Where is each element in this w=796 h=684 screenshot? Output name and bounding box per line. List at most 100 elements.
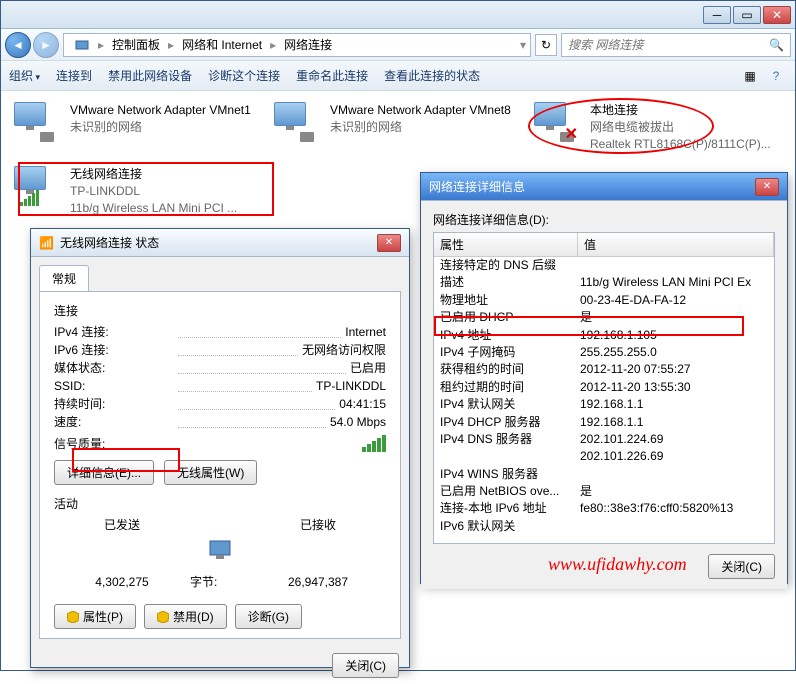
search-input[interactable] [568, 38, 769, 52]
detail-row[interactable]: 物理地址00-23-4E-DA-FA-12 [434, 292, 774, 309]
search-icon[interactable]: 🔍 [769, 38, 784, 52]
close-button[interactable]: ✕ [755, 178, 779, 196]
col-value[interactable]: 值 [578, 233, 774, 256]
dialog-titlebar[interactable]: 📶 无线网络连接 状态 ✕ [31, 229, 409, 257]
detail-row[interactable]: IPv4 DNS 服务器202.101.224.69 [434, 431, 774, 448]
detail-row[interactable]: IPv4 默认网关192.168.1.1 [434, 396, 774, 413]
detail-key: IPv4 地址 [440, 327, 580, 344]
search-box[interactable]: 🔍 [561, 33, 791, 57]
dialog-title: 无线网络连接 状态 [60, 234, 377, 251]
forward-button[interactable]: ► [33, 32, 59, 58]
chevron-down-icon[interactable]: ▾ [520, 38, 526, 52]
recv-label: 已接收 [250, 516, 386, 533]
breadcrumb[interactable]: ▸ 控制面板 ▸ 网络和 Internet ▸ 网络连接 ▾ [63, 33, 531, 57]
refresh-button[interactable]: ↻ [535, 34, 557, 56]
detail-row[interactable]: IPv6 默认网关 [434, 518, 774, 535]
ipv6-label: IPv6 连接: [54, 341, 174, 359]
ssid-value: TP-LINKDDL [316, 377, 386, 395]
detail-key: 已启用 NetBIOS ove... [440, 483, 580, 500]
maximize-button[interactable]: ▭ [733, 6, 761, 24]
dialog-title: 网络连接详细信息 [429, 178, 755, 195]
adapter-wireless[interactable]: 无线网络连接 TP-LINKDDL 11b/g Wireless LAN Min… [9, 161, 259, 221]
back-button[interactable]: ◄ [5, 32, 31, 58]
detail-row[interactable]: 描述11b/g Wireless LAN Mini PCI Ex [434, 274, 774, 291]
detail-key: IPv4 DNS 服务器 [440, 431, 580, 448]
detail-row[interactable]: 连接特定的 DNS 后缀 [434, 257, 774, 274]
ssid-label: SSID: [54, 377, 174, 395]
crumb-connections[interactable]: 网络连接 [278, 36, 338, 53]
adapter-device: 11b/g Wireless LAN Mini PCI ... [70, 200, 237, 217]
status-dialog: 📶 无线网络连接 状态 ✕ 常规 连接 IPv4 连接:Internet IPv… [30, 228, 410, 668]
col-property[interactable]: 属性 [434, 233, 578, 256]
crumb-control-panel[interactable]: 控制面板 [106, 36, 166, 53]
bytes-sent: 4,302,275 [54, 575, 190, 589]
adapter-status: 未识别的网络 [330, 119, 511, 136]
chevron-right-icon: ▸ [98, 38, 104, 52]
help-icon[interactable]: ? [765, 65, 787, 87]
diagnose-button[interactable]: 诊断这个连接 [208, 67, 280, 84]
shield-icon [67, 611, 79, 623]
ipv4-label: IPv4 连接: [54, 323, 174, 341]
minimize-button[interactable]: ─ [703, 6, 731, 24]
adapter-local[interactable]: ✕ 本地连接 网络电缆被拔出 Realtek RTL8168C(P)/8111C… [529, 97, 779, 157]
view-menu-icon[interactable]: ▦ [739, 65, 761, 87]
shield-icon [157, 611, 169, 623]
adapter-status: 网络电缆被拔出 [590, 119, 771, 136]
detail-value: 202.101.224.69 [580, 431, 768, 448]
wireless-adapter-icon [14, 166, 62, 206]
diagnose-button[interactable]: 诊断(G) [235, 604, 302, 629]
media-value: 已启用 [350, 359, 386, 377]
detail-value: 11b/g Wireless LAN Mini PCI Ex [580, 274, 768, 291]
view-status-button[interactable]: 查看此连接的状态 [384, 67, 480, 84]
detail-row[interactable]: IPv4 子网掩码255.255.255.0 [434, 344, 774, 361]
crumb-network[interactable]: 网络和 Internet [176, 36, 268, 53]
detail-value: 是 [580, 309, 768, 326]
adapter-status: TP-LINKDDL [70, 183, 237, 200]
crumb-root[interactable] [68, 37, 96, 53]
detail-row[interactable]: 202.101.226.69 [434, 448, 774, 465]
disable-device-button[interactable]: 禁用此网络设备 [108, 67, 192, 84]
detail-key: 描述 [440, 274, 580, 291]
detail-key [440, 448, 580, 465]
detail-value [580, 518, 768, 535]
network-adapter-icon [14, 102, 62, 142]
adapter-vmnet1[interactable]: VMware Network Adapter VMnet1 未识别的网络 [9, 97, 259, 157]
organize-menu[interactable]: 组织 [9, 67, 40, 84]
close-dialog-button[interactable]: 关闭(C) [332, 653, 399, 678]
properties-button[interactable]: 属性(P) [54, 604, 136, 629]
details-list: 属性 值 连接特定的 DNS 后缀描述11b/g Wireless LAN Mi… [433, 232, 775, 544]
adapter-status: 未识别的网络 [70, 119, 251, 136]
detail-row[interactable]: 已启用 DHCP是 [434, 309, 774, 326]
detail-row[interactable]: IPv4 WINS 服务器 [434, 466, 774, 483]
media-label: 媒体状态: [54, 359, 174, 377]
tab-general[interactable]: 常规 [39, 265, 89, 291]
detail-value: 是 [580, 483, 768, 500]
wireless-properties-button[interactable]: 无线属性(W) [164, 460, 257, 485]
detail-value [580, 257, 768, 274]
ipv6-value: 无网络访问权限 [302, 341, 386, 359]
detail-key: IPv4 WINS 服务器 [440, 466, 580, 483]
details-button[interactable]: 详细信息(E)... [54, 460, 154, 485]
connect-to-button[interactable]: 连接到 [56, 67, 92, 84]
detail-row[interactable]: IPv4 地址192.168.1.105 [434, 327, 774, 344]
rename-button[interactable]: 重命名此连接 [296, 67, 368, 84]
details-label: 网络连接详细信息(D): [433, 211, 775, 228]
close-button[interactable]: ✕ [763, 6, 791, 24]
watermark-text: www.ufidawhy.com [548, 554, 687, 575]
tab-panel: 连接 IPv4 连接:Internet IPv6 连接:无网络访问权限 媒体状态… [39, 291, 401, 639]
disable-button[interactable]: 禁用(D) [144, 604, 227, 629]
close-button[interactable]: ✕ [377, 234, 401, 252]
duration-label: 持续时间: [54, 395, 174, 413]
detail-row[interactable]: 连接-本地 IPv6 地址fe80::38e3:f76:cff0:5820%13 [434, 500, 774, 517]
tab-strip: 常规 [39, 265, 401, 291]
adapter-vmnet8[interactable]: VMware Network Adapter VMnet8 未识别的网络 [269, 97, 519, 157]
signal-bars-icon [362, 435, 386, 452]
detail-row[interactable]: 租约过期的时间2012-11-20 13:55:30 [434, 379, 774, 396]
dialog-titlebar[interactable]: 网络连接详细信息 ✕ [421, 173, 787, 201]
close-dialog-button[interactable]: 关闭(C) [708, 554, 775, 579]
signal-label: 信号质量: [54, 435, 105, 452]
detail-key: 获得租约的时间 [440, 361, 580, 378]
detail-row[interactable]: IPv4 DHCP 服务器192.168.1.1 [434, 414, 774, 431]
detail-row[interactable]: 已启用 NetBIOS ove...是 [434, 483, 774, 500]
detail-row[interactable]: 获得租约的时间2012-11-20 07:55:27 [434, 361, 774, 378]
